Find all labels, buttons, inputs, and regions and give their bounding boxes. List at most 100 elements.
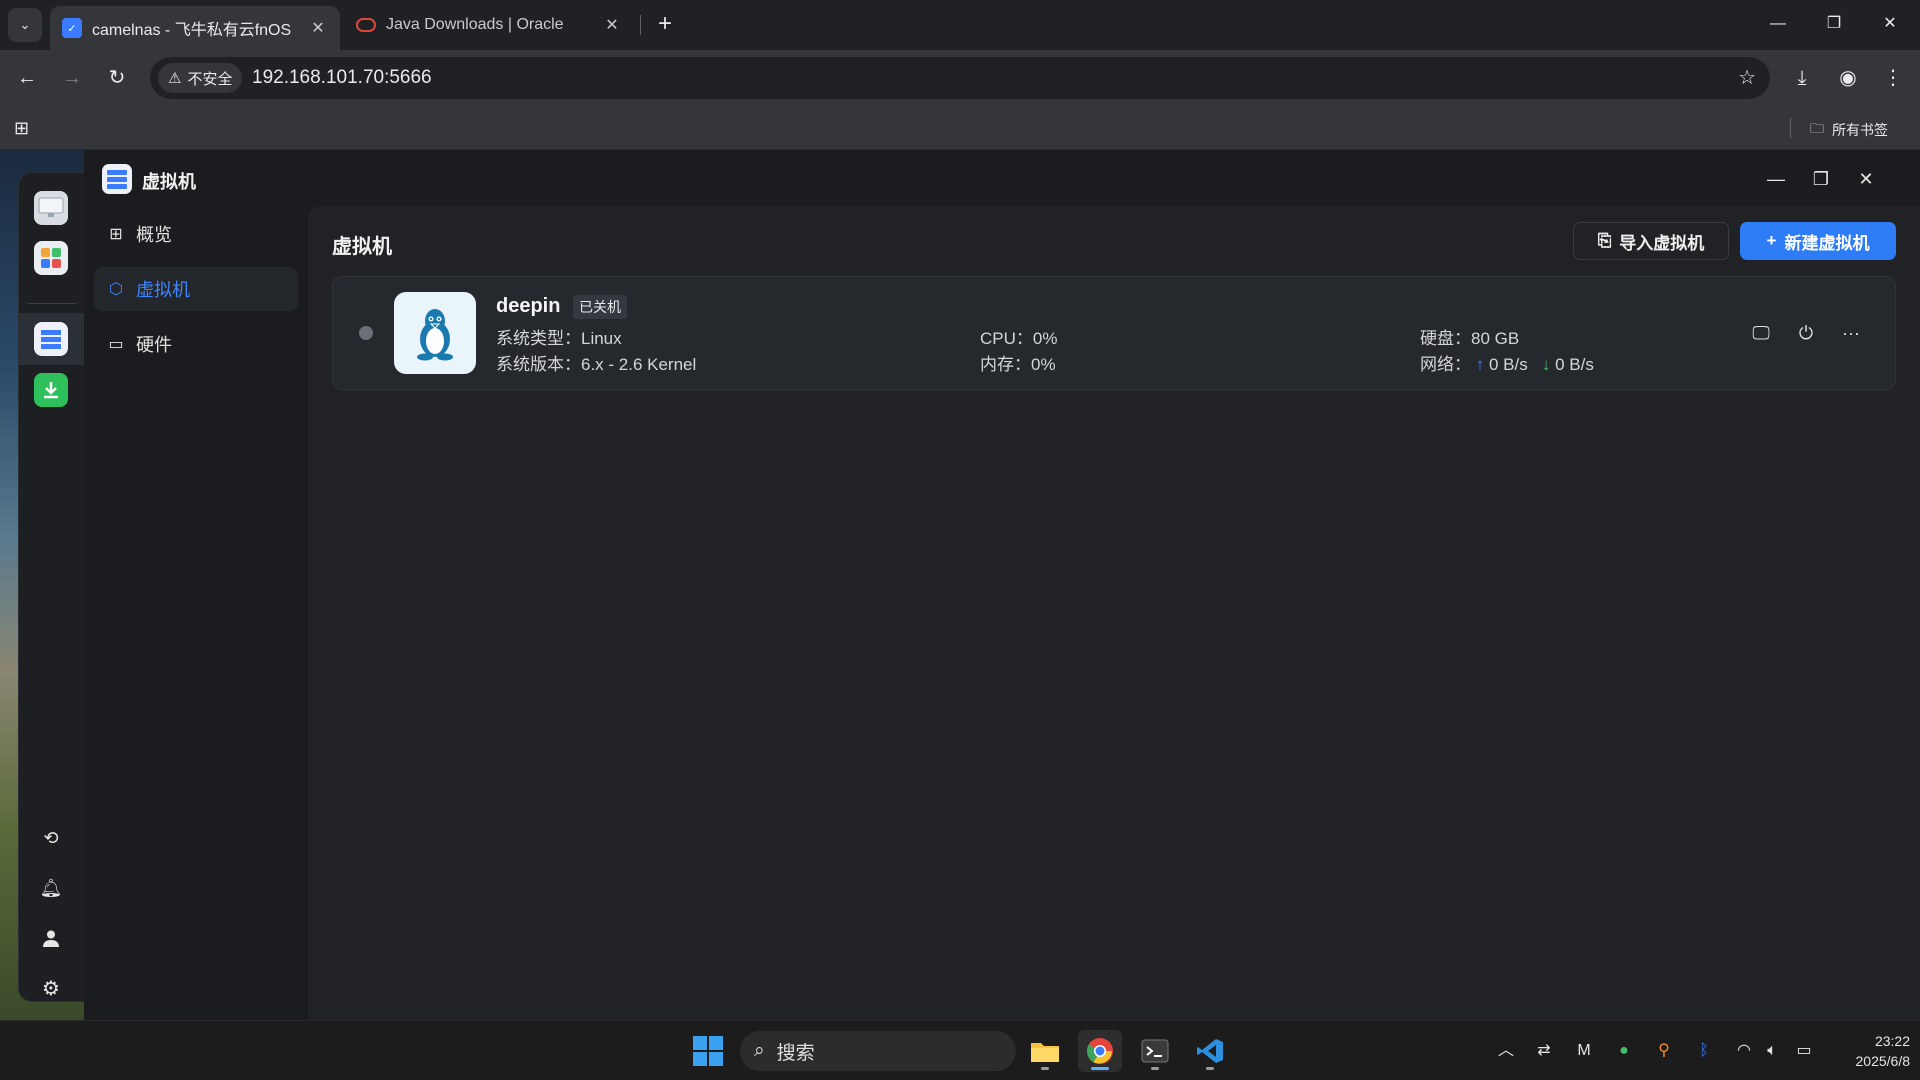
running-indicator [1151, 1067, 1159, 1070]
import-vm-button[interactable]: ⎘ 导入虚拟机 [1573, 222, 1729, 260]
linux-tux-icon [394, 292, 476, 374]
taskbar-clock[interactable]: 23:22 2025/6/8 [1830, 1031, 1911, 1071]
import-file-icon: ⎘ [1597, 231, 1612, 250]
tab-title: camelnas - 飞牛私有云fnOS [92, 22, 292, 39]
network-label: 网络： [1420, 355, 1471, 374]
vm-os-version: 系统版本：6.x - 2.6 Kernel [496, 350, 696, 375]
cpu-value: 0% [1032, 329, 1058, 348]
bluetooth-icon[interactable]: ᛒ [1692, 1039, 1716, 1063]
import-vm-label: 导入虚拟机 [1619, 233, 1705, 253]
download-app-icon[interactable] [34, 373, 68, 407]
app-close-button[interactable]: ✕ [1851, 164, 1881, 194]
security-chip[interactable]: ⚠ 不安全 [158, 63, 243, 93]
bookmark-star-icon[interactable]: ☆ [1738, 65, 1756, 90]
nav-item-overview[interactable]: ⊞ 概览 [94, 212, 298, 256]
security-label: 不安全 [187, 70, 233, 88]
tab-camelnas[interactable]: ✓ camelnas - 飞牛私有云fnOS ✕ [50, 6, 340, 50]
forward-button[interactable]: → [57, 63, 87, 93]
volume-icon[interactable]: 🔈︎ [1760, 1039, 1784, 1063]
url-text[interactable]: 192.168.101.70:5666 [252, 67, 432, 89]
app-sidebar: ⊞ 概览 ⬡ 虚拟机 ▭ 硬件 [84, 206, 308, 1020]
vscode-icon[interactable] [1188, 1030, 1232, 1072]
apps-grid-icon[interactable]: ⊞ [14, 118, 29, 139]
clock-time: 23:22 [1874, 1033, 1910, 1049]
close-tab-icon[interactable]: ✕ [602, 15, 622, 35]
notification-bell-icon[interactable]: 🔔︎ [34, 871, 68, 905]
chrome-icon[interactable] [1078, 1030, 1122, 1072]
vm-disk: 硬盘：80 GB [1420, 324, 1519, 349]
tab-separator [640, 15, 641, 35]
os-version-label: 系统版本： [496, 355, 581, 374]
windows-taskbar: ⌕ 搜索 ︿ ⇄ M ● ⚲ ᛒ ◠ 🔈︎ ▭ 23:22 2025/6/8 [0, 1020, 1920, 1080]
profile-icon[interactable]: ◉ [1833, 63, 1863, 93]
virtual-machine-app-icon[interactable] [34, 322, 68, 356]
address-bar[interactable]: ⚠ 不安全 192.168.101.70:5666 ☆ [150, 57, 1770, 99]
windows-start-icon[interactable] [693, 1036, 723, 1066]
vm-console-icon[interactable]: 🖵︎ [1749, 321, 1773, 345]
app-center-icon[interactable] [34, 241, 68, 275]
drive-icon: ▭ [108, 336, 124, 353]
download-arrow-icon: ↓ [1541, 355, 1551, 374]
terminal-icon[interactable] [1133, 1030, 1177, 1072]
user-icon[interactable] [34, 921, 68, 955]
tray-app-icon[interactable]: M [1572, 1039, 1596, 1063]
vm-network: 网络： ↑ 0 B/s ↓ 0 B/s [1420, 350, 1594, 375]
wechat-icon[interactable]: ● [1612, 1039, 1636, 1063]
main-content: 虚拟机 ⎘ 导入虚拟机 + 新建虚拟机 deepin 已关机 系统类型：Linu… [308, 206, 1920, 1020]
search-icon: ⌕ [754, 1040, 765, 1061]
network-up-value: 0 B/s [1488, 355, 1528, 374]
downloads-icon[interactable]: ⤓ [1787, 63, 1817, 93]
running-indicator [1091, 1067, 1109, 1070]
vm-more-icon[interactable]: ··· [1839, 321, 1863, 345]
battery-icon[interactable]: ▭ [1792, 1039, 1816, 1063]
taskbar-search[interactable]: ⌕ 搜索 [740, 1031, 1016, 1071]
memory-value: 0% [1031, 355, 1056, 374]
search-tool-icon[interactable]: ⚲ [1652, 1039, 1676, 1063]
vm-app-window: 虚拟机 — ❐ ✕ ⊞ 概览 ⬡ 虚拟机 ▭ 硬件 虚拟机 ⎘ 导入虚拟机 + … [84, 150, 1920, 1020]
new-tab-button[interactable]: + [650, 10, 680, 40]
reload-button[interactable]: ↻ [102, 63, 132, 93]
menu-kebab-icon[interactable]: ⋮ [1878, 63, 1908, 93]
vm-memory: 内存：0% [980, 350, 1056, 375]
all-bookmarks-button[interactable]: 🗀 所有书签 [1810, 118, 1888, 142]
tab-title: Java Downloads | Oracle [386, 16, 564, 33]
app-minimize-button[interactable]: — [1761, 164, 1791, 194]
nav-item-hardware[interactable]: ▭ 硬件 [94, 322, 298, 366]
vm-app-logo-icon [102, 164, 132, 194]
tab-oracle[interactable]: Java Downloads | Oracle ✕ [344, 6, 634, 44]
tab-search-button[interactable]: ⌄ [8, 8, 42, 42]
monitor-app-icon[interactable] [34, 191, 68, 225]
vm-os-type: 系统类型：Linux [496, 324, 622, 349]
fnos-dock: ⟲ 🔔︎ ⚙ [18, 172, 85, 1005]
running-indicator [1041, 1067, 1049, 1070]
nav-item-label: 虚拟机 [136, 280, 190, 300]
new-vm-button[interactable]: + 新建虚拟机 [1740, 222, 1896, 260]
vm-name[interactable]: deepin [496, 295, 560, 318]
cube-icon: ⬡ [109, 281, 123, 298]
tray-overflow-chevron-icon[interactable]: ︿ [1494, 1039, 1518, 1063]
settings-gear-icon[interactable]: ⚙ [34, 971, 68, 1005]
wifi-icon[interactable]: ◠ [1732, 1039, 1756, 1063]
sync-icon[interactable]: ⟲ [34, 821, 68, 855]
running-indicator [1206, 1067, 1214, 1070]
browser-tabstrip: ⌄ ✓ camelnas - 飞牛私有云fnOS ✕ Java Download… [0, 0, 1920, 50]
back-button[interactable]: ← [12, 63, 42, 93]
vm-card[interactable]: deepin 已关机 系统类型：Linux 系统版本：6.x - 2.6 Ker… [332, 276, 1896, 390]
file-explorer-icon[interactable] [1023, 1030, 1067, 1072]
restore-window-button[interactable]: ❐ [1814, 10, 1854, 40]
bookmarks-separator [1790, 118, 1791, 138]
vm-power-icon[interactable]: ⏻ [1794, 321, 1818, 345]
nav-item-label: 硬件 [136, 335, 172, 355]
all-bookmarks-label: 所有书签 [1832, 122, 1888, 138]
tray-settings-icon[interactable]: ⇄ [1532, 1039, 1556, 1063]
bookmarks-bar: ⊞ 🗀 所有书签 [0, 106, 1920, 150]
close-tab-icon[interactable]: ✕ [308, 18, 328, 38]
app-maximize-button[interactable]: ❐ [1806, 164, 1836, 194]
nav-item-label: 概览 [136, 225, 172, 245]
os-version-value: 6.x - 2.6 Kernel [581, 355, 697, 374]
grid-icon: ⊞ [109, 226, 123, 243]
close-window-button[interactable]: ✕ [1870, 10, 1910, 40]
minimize-window-button[interactable]: — [1758, 10, 1798, 40]
nav-item-virtual-machines[interactable]: ⬡ 虚拟机 [94, 267, 298, 311]
os-type-label: 系统类型： [496, 329, 581, 348]
